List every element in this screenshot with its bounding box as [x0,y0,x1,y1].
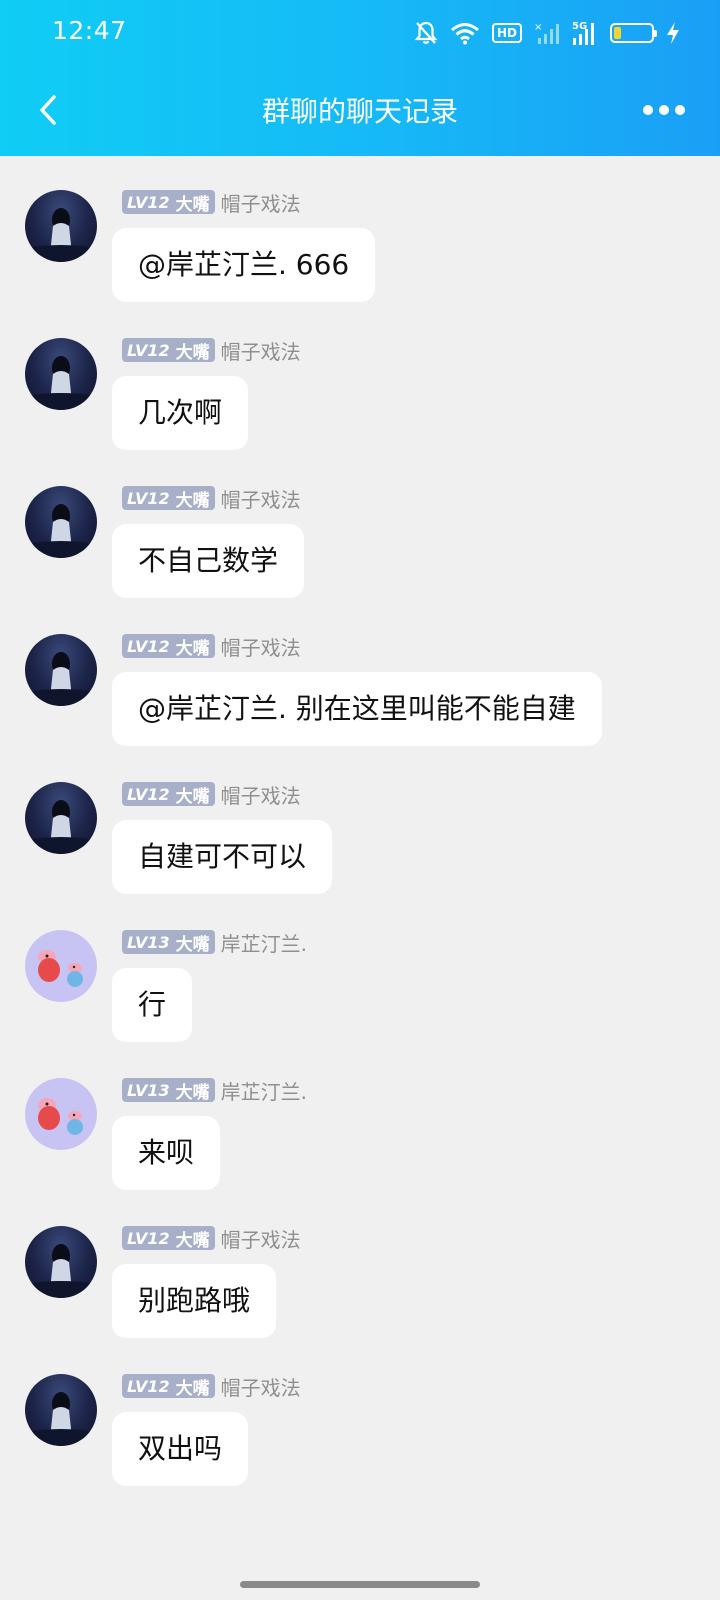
message-bubble[interactable]: 自建可不可以 [112,820,333,894]
peppa-pig-avatar-image [38,950,83,987]
svg-text:5G: 5G [572,21,587,32]
message-meta: LV13 大嘴 岸芷汀兰. [122,928,307,957]
svg-text:×: × [534,22,542,33]
message-meta: LV12 大嘴 帽子戏法 [122,1224,301,1253]
dark-girl-avatar-image [25,652,97,706]
header-bar: 12:47 HD × 5G 群聊的聊天记录 [0,0,720,156]
level-badge: LV12 大嘴 [122,1374,215,1399]
message-bubble[interactable]: 双出吗 [112,1412,249,1486]
more-dots-icon [643,105,653,115]
peppa-pig-avatar-image [38,1098,83,1135]
level-number: LV12 [127,636,170,656]
level-title: 大嘴 [175,490,210,511]
level-title: 大嘴 [175,1230,210,1251]
message-meta: LV13 大嘴 岸芷汀兰. [122,1076,307,1105]
level-number: LV13 [127,1080,170,1100]
level-number: LV12 [127,488,170,508]
nav-bar: 群聊的聊天记录 [0,72,720,148]
more-button[interactable] [628,88,700,132]
sender-name[interactable]: 帽子戏法 [221,336,301,365]
message-meta: LV12 大嘴 帽子戏法 [122,484,301,513]
level-title: 大嘴 [175,786,210,807]
dark-girl-avatar[interactable] [25,338,97,410]
level-title: 大嘴 [175,1082,210,1103]
sender-name[interactable]: 岸芷汀兰. [221,1076,307,1105]
message-bubble[interactable]: 不自己数学 [112,524,305,598]
level-title: 大嘴 [175,934,210,955]
message-bubble[interactable]: 行 [112,968,193,1042]
message-meta: LV12 大嘴 帽子戏法 [122,780,301,809]
level-badge: LV12 大嘴 [122,1226,215,1251]
sender-name[interactable]: 帽子戏法 [221,780,301,809]
level-number: LV13 [127,932,170,952]
dark-girl-avatar[interactable] [25,782,97,854]
level-number: LV12 [127,340,170,360]
sender-name[interactable]: 帽子戏法 [221,188,301,217]
message-bubble[interactable]: @岸芷汀兰. 别在这里叫能不能自建 [112,672,602,746]
dark-girl-avatar[interactable] [25,1226,97,1298]
sender-name[interactable]: 帽子戏法 [221,632,301,661]
charging-bolt-icon [666,22,680,44]
level-badge: LV12 大嘴 [122,782,215,807]
dark-girl-avatar[interactable] [25,1374,97,1446]
dark-girl-avatar-image [25,504,97,558]
dark-girl-avatar-image [25,800,97,854]
dark-girl-avatar-image [25,208,97,262]
message-meta: LV12 大嘴 帽子戏法 [122,632,301,661]
battery-level [614,27,622,39]
level-title: 大嘴 [175,342,210,363]
sender-name[interactable]: 帽子戏法 [221,484,301,513]
dark-girl-avatar[interactable] [25,486,97,558]
level-title: 大嘴 [175,1378,210,1399]
level-title: 大嘴 [175,638,210,659]
level-badge: LV12 大嘴 [122,190,215,215]
message-meta: LV12 大嘴 帽子戏法 [122,336,301,365]
message-bubble[interactable]: 别跑路哦 [112,1264,277,1338]
status-bar: 12:47 HD × 5G [0,0,720,64]
signal-5g-icon: 5G [572,20,598,46]
sender-name[interactable]: 帽子戏法 [221,1224,301,1253]
message-bubble[interactable]: 几次啊 [112,376,249,450]
battery-icon [610,23,657,43]
level-number: LV12 [127,1228,170,1248]
level-number: LV12 [127,784,170,804]
wifi-icon [450,21,480,45]
dark-girl-avatar[interactable] [25,634,97,706]
peppa-pig-avatar[interactable] [25,1078,97,1150]
level-badge: LV12 大嘴 [122,338,215,363]
level-badge: LV13 大嘴 [122,1078,215,1103]
sender-name[interactable]: 岸芷汀兰. [221,928,307,957]
message-meta: LV12 大嘴 帽子戏法 [122,1372,301,1401]
status-icons: HD × 5G [414,18,680,48]
hd-icon: HD [491,23,522,43]
level-badge: LV13 大嘴 [122,930,215,955]
peppa-pig-avatar[interactable] [25,930,97,1002]
dark-girl-avatar[interactable] [25,190,97,262]
status-time: 12:47 [52,16,127,45]
level-title: 大嘴 [175,194,210,215]
level-badge: LV12 大嘴 [122,634,215,659]
dark-girl-avatar-image [25,1244,97,1298]
dark-girl-avatar-image [25,1392,97,1446]
message-bubble[interactable]: 来呗 [112,1116,221,1190]
page-title: 群聊的聊天记录 [261,95,458,128]
home-indicator[interactable] [240,1581,480,1588]
sender-name[interactable]: 帽子戏法 [221,1372,301,1401]
message-bubble[interactable]: @岸芷汀兰. 666 [112,228,376,302]
message-meta: LV12 大嘴 帽子戏法 [122,188,301,217]
level-number: LV12 [127,192,170,212]
dark-girl-avatar-image [25,356,97,410]
level-number: LV12 [127,1376,170,1396]
mute-bell-icon [414,20,438,46]
level-badge: LV12 大嘴 [122,486,215,511]
signal-off-icon: × [534,21,560,45]
